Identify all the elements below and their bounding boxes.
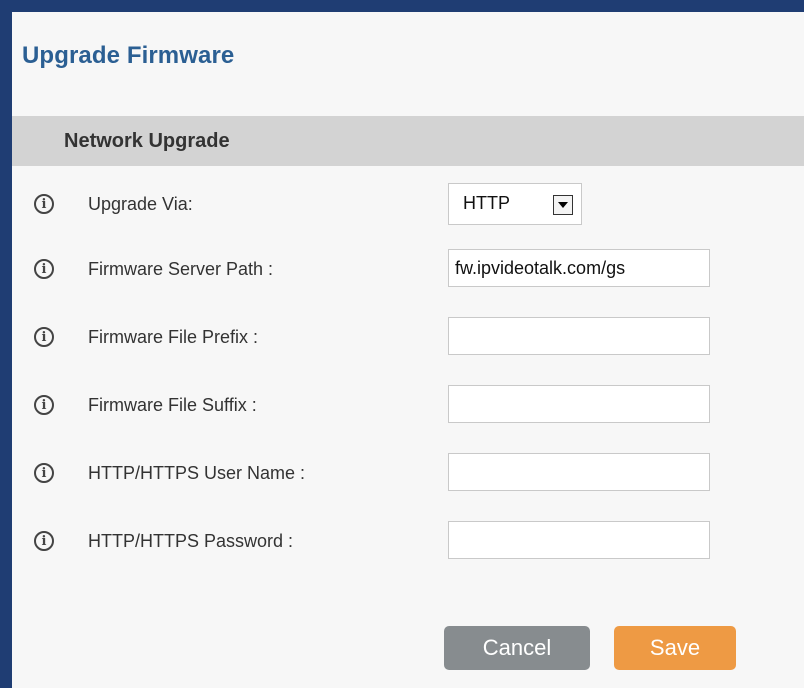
cancel-button[interactable]: Cancel xyxy=(444,626,590,670)
info-icon[interactable]: i xyxy=(34,463,54,483)
upgrade-firmware-panel: Upgrade Firmware Network Upgrade i Upgra… xyxy=(12,12,804,688)
password-input[interactable] xyxy=(448,521,710,559)
info-icon[interactable]: i xyxy=(34,259,54,279)
server-path-input[interactable] xyxy=(448,249,710,287)
server-path-row: i Firmware Server Path : xyxy=(12,249,804,289)
section-title: Network Upgrade xyxy=(64,130,230,152)
upgrade-via-label: Upgrade Via: xyxy=(88,194,193,214)
save-button[interactable]: Save xyxy=(614,626,736,670)
upgrade-via-select[interactable]: HTTP xyxy=(448,183,582,225)
password-row: i HTTP/HTTPS Password : xyxy=(12,521,804,561)
info-icon[interactable]: i xyxy=(34,395,54,415)
page-title: Upgrade Firmware xyxy=(22,42,235,69)
file-suffix-label: Firmware File Suffix : xyxy=(88,395,257,415)
password-label: HTTP/HTTPS Password : xyxy=(88,531,294,551)
file-prefix-row: i Firmware File Prefix : xyxy=(12,317,804,357)
user-name-label: HTTP/HTTPS User Name : xyxy=(88,463,306,483)
upgrade-via-row: i Upgrade Via: HTTP xyxy=(12,183,804,225)
user-name-input[interactable] xyxy=(448,453,710,491)
section-header: Network Upgrade xyxy=(12,116,804,166)
file-suffix-input[interactable] xyxy=(448,385,710,423)
info-icon[interactable]: i xyxy=(34,531,54,551)
file-suffix-row: i Firmware File Suffix : xyxy=(12,385,804,425)
file-prefix-label: Firmware File Prefix : xyxy=(88,327,259,347)
chevron-down-icon[interactable] xyxy=(553,195,573,215)
file-prefix-input[interactable] xyxy=(448,317,710,355)
upgrade-via-value: HTTP xyxy=(463,193,510,213)
user-name-row: i HTTP/HTTPS User Name : xyxy=(12,453,804,493)
info-icon[interactable]: i xyxy=(34,194,54,214)
server-path-label: Firmware Server Path : xyxy=(88,259,274,279)
info-icon[interactable]: i xyxy=(34,327,54,347)
